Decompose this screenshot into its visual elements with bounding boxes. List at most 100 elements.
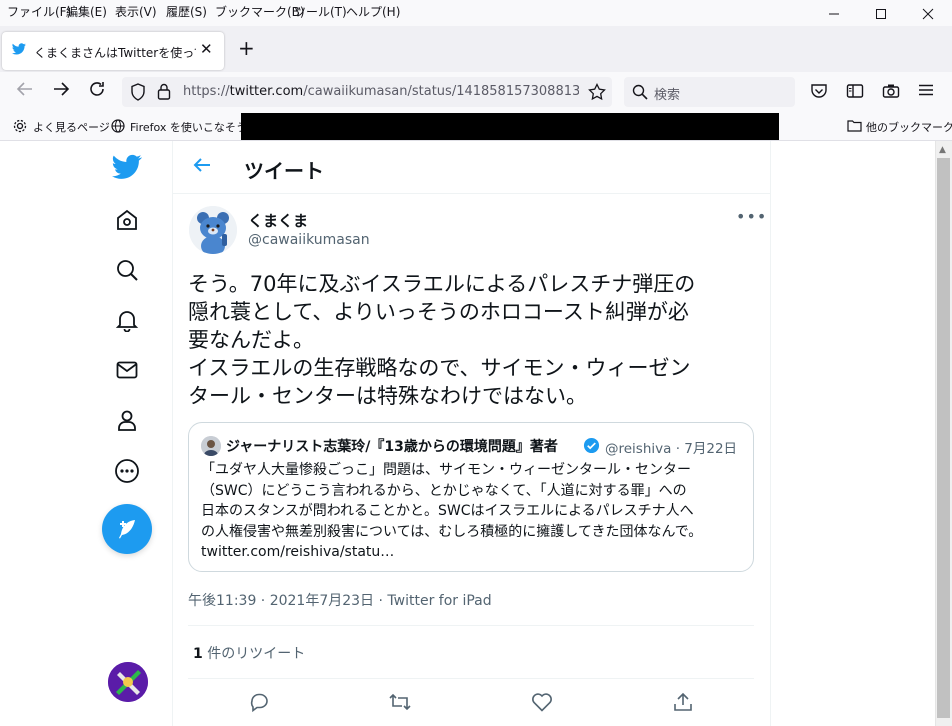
nav-profile[interactable]: [111, 404, 143, 436]
quote-line: の人権侵害や無差別殺害については、むしろ積極的に擁護してきた団体なんで。: [201, 523, 703, 540]
minimize-icon: [829, 13, 839, 15]
tab-close-icon[interactable]: ✕: [200, 40, 213, 58]
pocket-button[interactable]: [810, 82, 828, 104]
mail-icon: [116, 361, 138, 379]
search-icon: [632, 84, 648, 100]
shield-icon[interactable]: [130, 83, 146, 101]
bookmark-star-icon[interactable]: [588, 83, 606, 101]
nav-home[interactable]: [111, 204, 143, 236]
verified-badge-icon: [583, 437, 600, 454]
maximize-button[interactable]: [858, 0, 904, 28]
bell-icon: [115, 311, 139, 332]
gear-icon: [13, 119, 27, 133]
forward-button[interactable]: [52, 80, 70, 103]
bookmark-firefox[interactable]: Firefox を使いこなそう: [130, 119, 247, 135]
maximize-icon: [876, 9, 886, 19]
author-handle[interactable]: @cawaiikumasan: [248, 232, 370, 248]
divider: [188, 625, 754, 626]
minimize-button[interactable]: [811, 0, 857, 28]
quoted-tweet-text: 「ユダヤ人大量惨殺ごっこ」問題は、サイモン・ウィーゼンタール・センター （SWC…: [201, 460, 751, 563]
sidebar-toggle-button[interactable]: [846, 82, 864, 104]
author-display-name[interactable]: くまくま: [248, 210, 308, 231]
nav-messages[interactable]: [111, 354, 143, 386]
header-divider: [172, 193, 771, 194]
menu-history[interactable]: 履歴(S): [166, 3, 207, 20]
menu-file[interactable]: ファイル(F): [7, 3, 71, 20]
more-circle-icon: [115, 459, 139, 483]
scrollbar-thumb[interactable]: [937, 158, 950, 718]
author-avatar[interactable]: [189, 206, 237, 254]
retweet-label: 件のリツイート: [202, 646, 306, 662]
quote-line: 「ユダヤ人大量惨殺ごっこ」問題は、サイモン・ウィーゼンタール・センター: [201, 462, 691, 478]
bookmark-frequent[interactable]: よく見るページ: [33, 119, 110, 135]
nav-explore[interactable]: [111, 254, 143, 286]
retweet-button[interactable]: [388, 690, 412, 714]
quoted-author-avatar: [201, 436, 221, 456]
tweet-line: 隠れ蓑として、よりいっそうのホロコースト糾弾が必: [188, 300, 689, 324]
retweet-number: 1: [193, 646, 203, 662]
back-arrow-icon[interactable]: [191, 154, 213, 176]
url-prefix: https://: [183, 84, 230, 99]
quoted-author-name: ジャーナリスト志葉玲/『13歳からの環境問題』著者: [226, 439, 558, 455]
reply-icon: [250, 693, 268, 713]
like-button[interactable]: [530, 690, 554, 714]
account-avatar-icon: [108, 662, 148, 702]
share-button[interactable]: [671, 690, 695, 714]
scroll-up-icon[interactable]: ▲: [939, 145, 946, 155]
app-menu-button[interactable]: [918, 82, 934, 102]
twitter-home-logo[interactable]: [111, 151, 143, 183]
home-icon: [117, 209, 137, 230]
reload-icon: [90, 82, 104, 96]
redacted-bookmarks: [241, 113, 779, 140]
close-icon: [922, 8, 934, 20]
sidebar-icon: [846, 84, 864, 98]
quote-line: （SWC）にどうこう言われるから、とかじゃなくて、「人道に対する罪」への: [201, 482, 687, 499]
heart-icon: [532, 693, 552, 712]
divider: [188, 678, 754, 679]
share-icon: [674, 692, 692, 711]
quote-line: 日本のスタンスが問われることかと。SWCはイスラエルによるパレスチナ人へ: [201, 503, 694, 519]
new-tab-button[interactable]: +: [238, 36, 255, 60]
menu-edit[interactable]: 編集(E): [66, 3, 107, 20]
menu-bar: ファイル(F) 編集(E) 表示(V) 履歴(S) ブックマーク(B) ツール(…: [0, 0, 952, 26]
search-icon: [117, 260, 138, 281]
person-avatar-icon: [201, 436, 221, 456]
account-avatar[interactable]: [108, 662, 148, 702]
lock-icon[interactable]: [157, 83, 171, 100]
retweet-count[interactable]: 1 件のリツイート: [193, 643, 305, 663]
url-host: twitter.com: [229, 84, 304, 99]
feather-icon: [119, 520, 135, 539]
twitter-favicon-icon: [12, 43, 26, 55]
nav-more[interactable]: [111, 455, 143, 487]
user-icon: [118, 410, 136, 431]
url-path: /cawaiikumasan/status/141858157308813721…: [303, 84, 579, 99]
menu-tools[interactable]: ツール(T): [294, 3, 347, 20]
bookmark-other[interactable]: 他のブックマーク: [866, 119, 952, 135]
nav-notifications[interactable]: [111, 304, 143, 336]
page-title: ツイート: [244, 159, 324, 183]
tweet-line: 要なんだよ。: [188, 328, 314, 352]
tweet-text: そう。70年に及ぶイスラエルによるパレスチナ弾圧の 隠れ蓑として、よりいっそうの…: [188, 270, 756, 410]
menu-bookmarks[interactable]: ブックマーク(B): [215, 3, 305, 20]
back-button[interactable]: [16, 80, 34, 103]
tweet-timestamp[interactable]: 午後11:39 · 2021年7月23日 · Twitter for iPad: [188, 590, 492, 610]
tab-title: くまくまさんはTwitterを使っています: [34, 46, 196, 60]
reload-button[interactable]: [88, 80, 106, 103]
menu-help[interactable]: ヘルプ(H): [346, 3, 400, 20]
reply-button[interactable]: [247, 690, 271, 714]
search-bar[interactable]: [624, 77, 795, 107]
tweet-line: タール・センターは特殊なわけではない。: [188, 384, 587, 408]
compose-tweet-button[interactable]: [102, 504, 152, 554]
more-options-icon[interactable]: •••: [736, 207, 767, 226]
search-input[interactable]: 検索: [654, 84, 680, 103]
quoted-author-meta: @reishiva · 7月22日: [605, 441, 738, 457]
screenshot-button[interactable]: [882, 82, 900, 104]
folder-icon: [847, 120, 862, 132]
quote-link[interactable]: twitter.com/reishiva/statu…: [201, 542, 751, 563]
bear-avatar-icon: [189, 206, 237, 254]
menu-view[interactable]: 表示(V): [115, 3, 157, 20]
tweet-line: イスラエルの生存戦略なので、サイモン・ウィーゼン: [188, 356, 691, 380]
hamburger-icon: [919, 84, 933, 96]
close-window-button[interactable]: [905, 0, 951, 28]
twitter-bird-icon: [112, 154, 142, 179]
